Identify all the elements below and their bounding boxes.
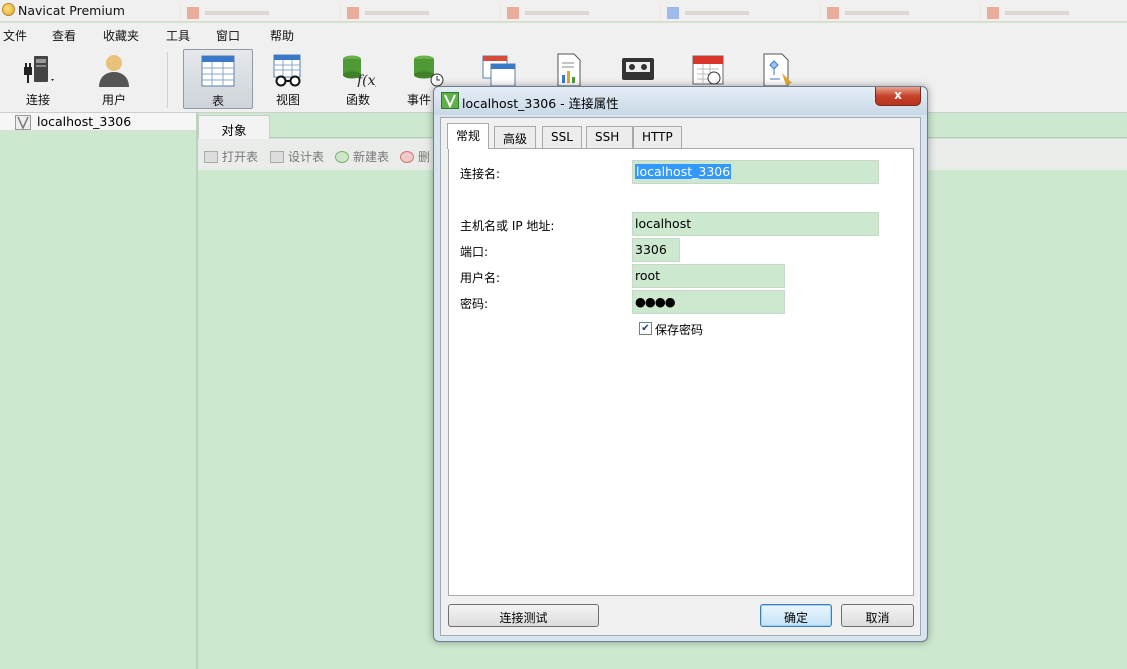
menu-favorites[interactable]: 收藏夹 <box>103 27 139 44</box>
query-icon[interactable] <box>482 53 516 87</box>
connection-properties-dialog: localhost_3306 - 连接属性 x 常规 高级 SSL SSH HT… <box>433 86 928 642</box>
checkmark-icon: ✔ <box>641 323 650 334</box>
background-window-tab <box>820 4 970 22</box>
table-button[interactable]: 表 <box>183 49 253 109</box>
port-label: 端口: <box>460 245 489 259</box>
open-table-button[interactable]: 打开表 <box>204 148 258 165</box>
menu-tools[interactable]: 工具 <box>166 27 190 44</box>
host-label: 主机名或 IP 地址: <box>460 219 555 233</box>
menu-file[interactable]: 文件 <box>3 27 27 44</box>
view-glasses-icon <box>273 54 301 87</box>
toolbar-separator <box>167 52 168 108</box>
connection-icon <box>441 92 459 109</box>
view-button[interactable]: 视图 <box>253 49 323 109</box>
new-table-label: 新建表 <box>353 150 390 164</box>
table-label: 表 <box>211 94 224 108</box>
close-button[interactable]: x <box>875 87 921 106</box>
model-icon[interactable] <box>762 53 794 87</box>
backup-tape-icon[interactable] <box>621 57 655 83</box>
password-input[interactable]: ●●●● <box>632 290 785 314</box>
menu-bar: 文件 查看 收藏夹 工具 窗口 帮助 <box>0 23 1127 47</box>
tab-objects[interactable]: 对象 <box>198 115 270 139</box>
function-button[interactable]: f(x) 函数 <box>323 49 393 109</box>
connect-label: 连接 <box>25 93 50 107</box>
function-label: 函数 <box>345 93 370 107</box>
username-input[interactable]: root <box>632 264 785 288</box>
new-table-icon <box>335 151 349 163</box>
port-input[interactable]: 3306 <box>632 238 680 262</box>
tab-ssl[interactable]: SSL <box>542 126 582 148</box>
username-label: 用户名: <box>460 271 501 285</box>
test-connection-button[interactable]: 连接测试 <box>448 604 599 627</box>
menu-view[interactable]: 查看 <box>52 27 76 44</box>
design-table-label: 设计表 <box>288 150 325 164</box>
dialog-title: localhost_3306 - 连接属性 <box>462 96 619 111</box>
dialog-body: 常规 高级 SSL SSH HTTP 连接名: localhost_3306 主… <box>440 117 921 636</box>
dialog-titlebar[interactable]: localhost_3306 - 连接属性 x <box>434 87 927 115</box>
close-icon: x <box>894 88 902 102</box>
plug-icon <box>24 56 54 83</box>
tab-http[interactable]: HTTP <box>633 126 682 148</box>
new-table-button[interactable]: 新建表 <box>335 148 389 165</box>
delete-table-button[interactable]: 删 <box>400 148 430 165</box>
connect-button[interactable]: 连接 <box>3 49 73 109</box>
save-password-label: 保存密码 <box>655 323 704 337</box>
window-titlebar: Navicat Premium <box>0 0 1127 22</box>
event-clock-icon <box>414 55 444 87</box>
tab-general[interactable]: 常规 <box>447 123 490 149</box>
connection-name-input[interactable]: localhost_3306 <box>632 160 879 184</box>
connection-label: localhost_3306 <box>37 114 132 129</box>
background-window-tab <box>660 4 810 22</box>
background-window-tab <box>980 4 1127 22</box>
tab-advanced[interactable]: 高级 <box>494 126 537 148</box>
ok-button[interactable]: 确定 <box>760 604 832 627</box>
save-password-checkbox[interactable]: ✔ <box>639 322 652 335</box>
connection-name-label: 连接名: <box>460 167 501 181</box>
open-table-label: 打开表 <box>222 150 259 164</box>
connection-name-value: localhost_3306 <box>635 164 732 179</box>
delete-table-label: 删 <box>418 150 431 164</box>
background-window-tab <box>180 4 330 22</box>
user-button[interactable]: 用户 <box>79 49 149 109</box>
function-icon: f(x) <box>343 55 376 87</box>
design-table-button[interactable]: 设计表 <box>270 148 324 165</box>
view-label: 视图 <box>275 93 300 107</box>
menu-window[interactable]: 窗口 <box>216 27 240 44</box>
svg-text:f(x): f(x) <box>356 73 376 87</box>
menu-help[interactable]: 帮助 <box>270 27 294 44</box>
app-title: Navicat Premium <box>18 3 125 18</box>
open-table-icon <box>204 151 218 163</box>
connection-sidebar: localhost_3306 <box>0 113 198 669</box>
table-icon <box>201 55 235 87</box>
connection-icon <box>15 115 31 130</box>
tab-ssh[interactable]: SSH <box>586 126 633 148</box>
general-settings-panel: 连接名: localhost_3306 主机名或 IP 地址: localhos… <box>448 148 914 596</box>
cancel-button[interactable]: 取消 <box>841 604 914 627</box>
background-window-tab <box>340 4 490 22</box>
schedule-calendar-icon[interactable] <box>692 53 724 87</box>
host-input[interactable]: localhost <box>632 212 879 236</box>
design-table-icon <box>270 151 284 163</box>
user-label: 用户 <box>101 93 126 107</box>
navicat-icon <box>2 3 15 16</box>
background-window-tab <box>500 4 650 22</box>
user-icon <box>99 55 129 87</box>
report-icon[interactable] <box>556 53 582 87</box>
connection-tree-item[interactable]: localhost_3306 <box>0 113 196 131</box>
delete-table-icon <box>400 151 414 163</box>
password-label: 密码: <box>460 297 489 311</box>
